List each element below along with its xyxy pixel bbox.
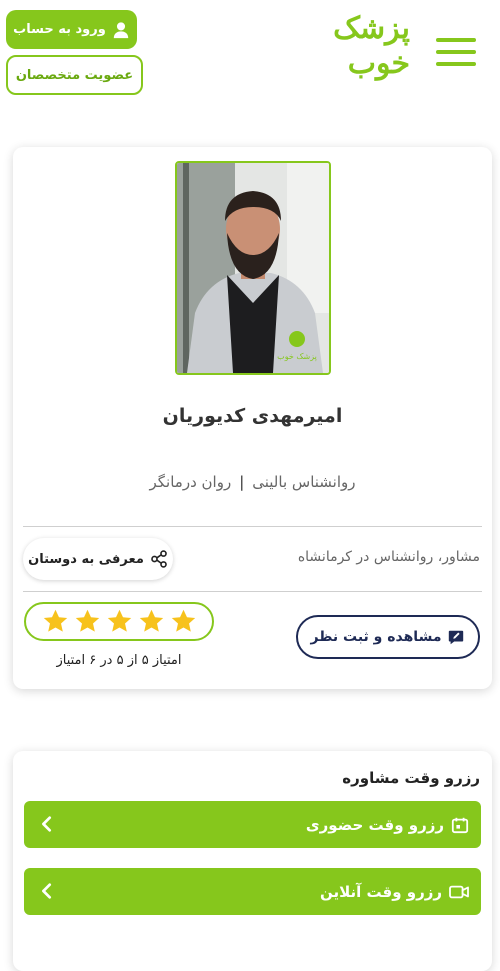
rating-stars [24, 602, 214, 641]
review-label: مشاهده و ثبت نظر [310, 629, 442, 645]
star-icon [107, 609, 131, 632]
star-icon [139, 609, 163, 632]
divider [23, 591, 482, 592]
share-icon [151, 550, 167, 568]
doctor-portrait-image: پزشک خوب [177, 163, 329, 373]
user-icon [113, 21, 129, 38]
logo-text: پزشک خوب [333, 11, 411, 81]
menu-icon[interactable] [436, 38, 476, 68]
view-submit-review-button[interactable]: مشاهده و ثبت نظر [296, 615, 480, 659]
book-in-person-label-group: رزرو وقت حضوری [306, 801, 469, 848]
book-online-label-group: رزرو وقت آنلاین [320, 868, 469, 915]
chevron-left-icon [42, 883, 52, 899]
doctor-name: امیرمهدی کدیوریان [162, 405, 343, 427]
edit-comment-icon [449, 630, 464, 645]
chevron-left-icon [42, 816, 52, 832]
video-icon [449, 885, 469, 898]
specialist-membership-button[interactable]: عضویت متخصصان [6, 55, 143, 95]
doctor-description: مشاور، روانشناس در کرمانشاه [297, 549, 480, 565]
membership-label: عضویت متخصصان [15, 67, 134, 83]
site-logo[interactable]: پزشک خوب [270, 11, 411, 81]
share-button[interactable]: معرفی به دوستان [23, 538, 173, 580]
doctor-specialties: روانشناس بالینی | روان درمانگر [13, 473, 492, 491]
book-in-person-label: رزرو وقت حضوری [305, 815, 444, 834]
calendar-icon [451, 817, 469, 833]
booking-title: رزرو وقت مشاوره [342, 769, 480, 787]
specialty-clinical: روانشناس بالینی [252, 473, 356, 491]
book-online-label: رزرو وقت آنلاین [320, 882, 442, 901]
booking-card: رزرو وقت مشاوره رزرو وقت حضوری رزرو وقت … [13, 751, 492, 971]
login-button[interactable]: ورود به حساب [6, 10, 137, 49]
star-icon [75, 609, 99, 632]
divider [23, 526, 482, 527]
doctor-photo: پزشک خوب [175, 161, 331, 375]
photo-watermark-text: پزشک خوب [277, 352, 317, 361]
share-label: معرفی به دوستان [28, 551, 144, 567]
header: ورود به حساب عضویت متخصصان پزشک خوب [0, 0, 500, 110]
rating-text: امتیاز ۵ از ۵ در ۶ امتیاز [56, 653, 182, 668]
book-online-button[interactable]: رزرو وقت آنلاین [24, 868, 481, 915]
login-label: ورود به حساب [13, 22, 106, 37]
star-icon [43, 609, 67, 632]
book-in-person-button[interactable]: رزرو وقت حضوری [24, 801, 481, 848]
specialty-therapist: روان درمانگر [149, 473, 232, 491]
specialty-separator: | [239, 473, 245, 491]
doctor-profile-card: پزشک خوب امیرمهدی کدیوریان روانشناس بالی… [13, 147, 492, 689]
star-icon [171, 609, 195, 632]
